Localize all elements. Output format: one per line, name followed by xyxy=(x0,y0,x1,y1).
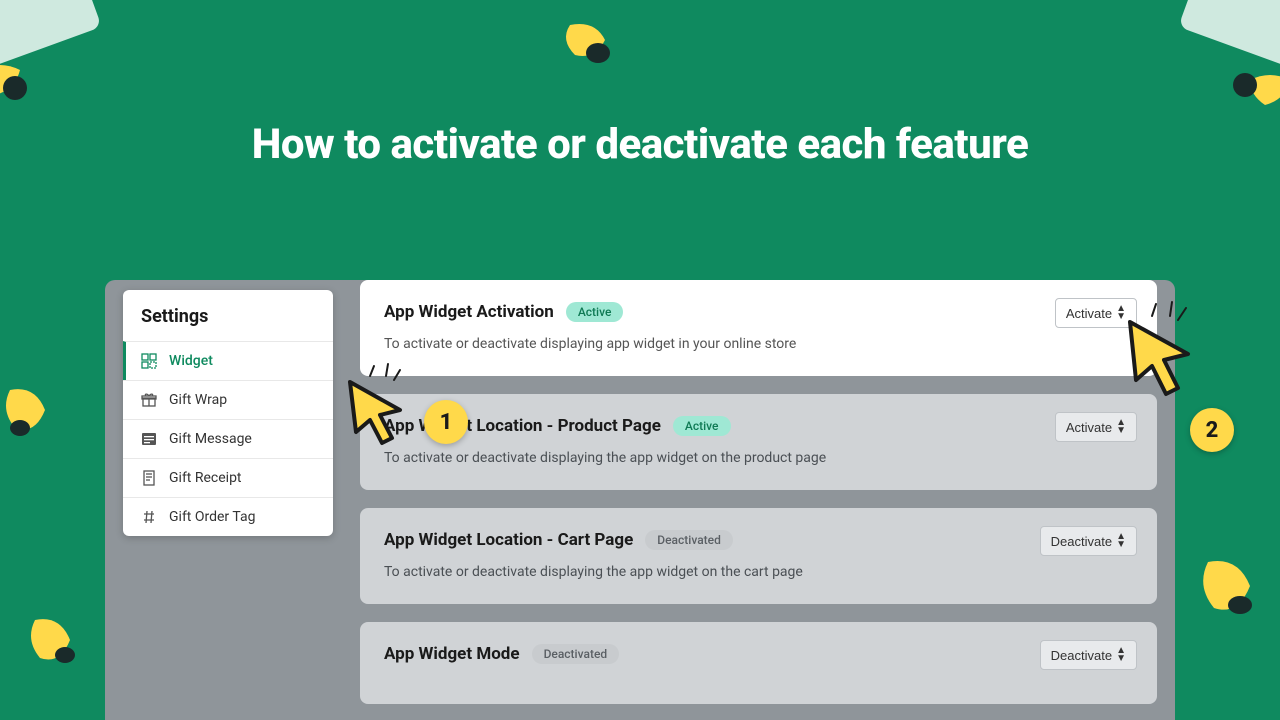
deactivate-button[interactable]: Deactivate ▲▼ xyxy=(1040,640,1137,670)
sidebar-item-label: Gift Wrap xyxy=(169,392,227,408)
card-title: App Widget Location - Cart Page xyxy=(384,530,633,550)
widget-icon xyxy=(141,353,157,369)
button-label: Activate xyxy=(1066,306,1112,321)
sidebar-item-gift-wrap[interactable]: Gift Wrap xyxy=(123,380,333,419)
card-app-widget-activation: App Widget Activation Active To activate… xyxy=(360,280,1157,376)
decoration-left-2 xyxy=(30,610,90,680)
hash-icon xyxy=(141,509,157,525)
step-badge-2: 2 xyxy=(1190,408,1234,452)
decoration-left-1 xyxy=(5,380,65,450)
card-widget-mode: App Widget Mode Deactivated Deactivate ▲… xyxy=(360,622,1157,704)
sort-caret-icon: ▲▼ xyxy=(1116,419,1126,435)
cursor-pointer-1 xyxy=(340,360,420,454)
decoration-top-left xyxy=(0,0,140,130)
sidebar-item-label: Gift Message xyxy=(169,431,252,447)
button-label: Activate xyxy=(1066,420,1112,435)
sidebar-item-gift-order-tag[interactable]: Gift Order Tag xyxy=(123,497,333,536)
card-description: To activate or deactivate displaying app… xyxy=(384,336,1133,352)
decoration-top-center xyxy=(560,15,620,75)
sidebar-item-gift-receipt[interactable]: Gift Receipt xyxy=(123,458,333,497)
button-label: Deactivate xyxy=(1051,648,1112,663)
deactivate-button[interactable]: Deactivate ▲▼ xyxy=(1040,526,1137,556)
status-badge: Deactivated xyxy=(645,530,733,550)
receipt-icon xyxy=(141,470,157,486)
settings-sidebar: Settings Widget Gift Wrap Gift Message G… xyxy=(123,290,333,536)
gift-icon xyxy=(141,392,157,408)
message-icon xyxy=(141,431,157,447)
activate-button[interactable]: Activate ▲▼ xyxy=(1055,412,1137,442)
card-title: App Widget Mode xyxy=(384,644,520,664)
status-badge: Active xyxy=(566,302,624,322)
sidebar-item-widget[interactable]: Widget xyxy=(123,341,333,380)
status-badge: Deactivated xyxy=(532,644,620,664)
cursor-pointer-2 xyxy=(1118,298,1208,402)
card-title: App Widget Activation xyxy=(384,302,554,322)
sort-caret-icon: ▲▼ xyxy=(1116,647,1126,663)
settings-panel: Settings Widget Gift Wrap Gift Message G… xyxy=(105,280,1175,720)
sidebar-item-gift-message[interactable]: Gift Message xyxy=(123,419,333,458)
sort-caret-icon: ▲▼ xyxy=(1116,533,1126,549)
step-badge-1: 1 xyxy=(424,400,468,444)
sidebar-item-label: Gift Order Tag xyxy=(169,509,255,525)
card-widget-location-cart: App Widget Location - Cart Page Deactiva… xyxy=(360,508,1157,604)
decoration-top-right xyxy=(1140,0,1280,130)
sidebar-heading: Settings xyxy=(123,290,333,341)
button-label: Deactivate xyxy=(1051,534,1112,549)
card-description: To activate or deactivate displaying the… xyxy=(384,450,1133,466)
cards-container: App Widget Activation Active To activate… xyxy=(360,280,1157,720)
decoration-right xyxy=(1200,550,1270,630)
card-widget-location-product: App Widget Location - Product Page Activ… xyxy=(360,394,1157,490)
sidebar-item-label: Gift Receipt xyxy=(169,470,242,486)
card-description: To activate or deactivate displaying the… xyxy=(384,564,1133,580)
status-badge: Active xyxy=(673,416,731,436)
sidebar-item-label: Widget xyxy=(169,353,213,369)
page-title: How to activate or deactivate each featu… xyxy=(0,120,1280,169)
